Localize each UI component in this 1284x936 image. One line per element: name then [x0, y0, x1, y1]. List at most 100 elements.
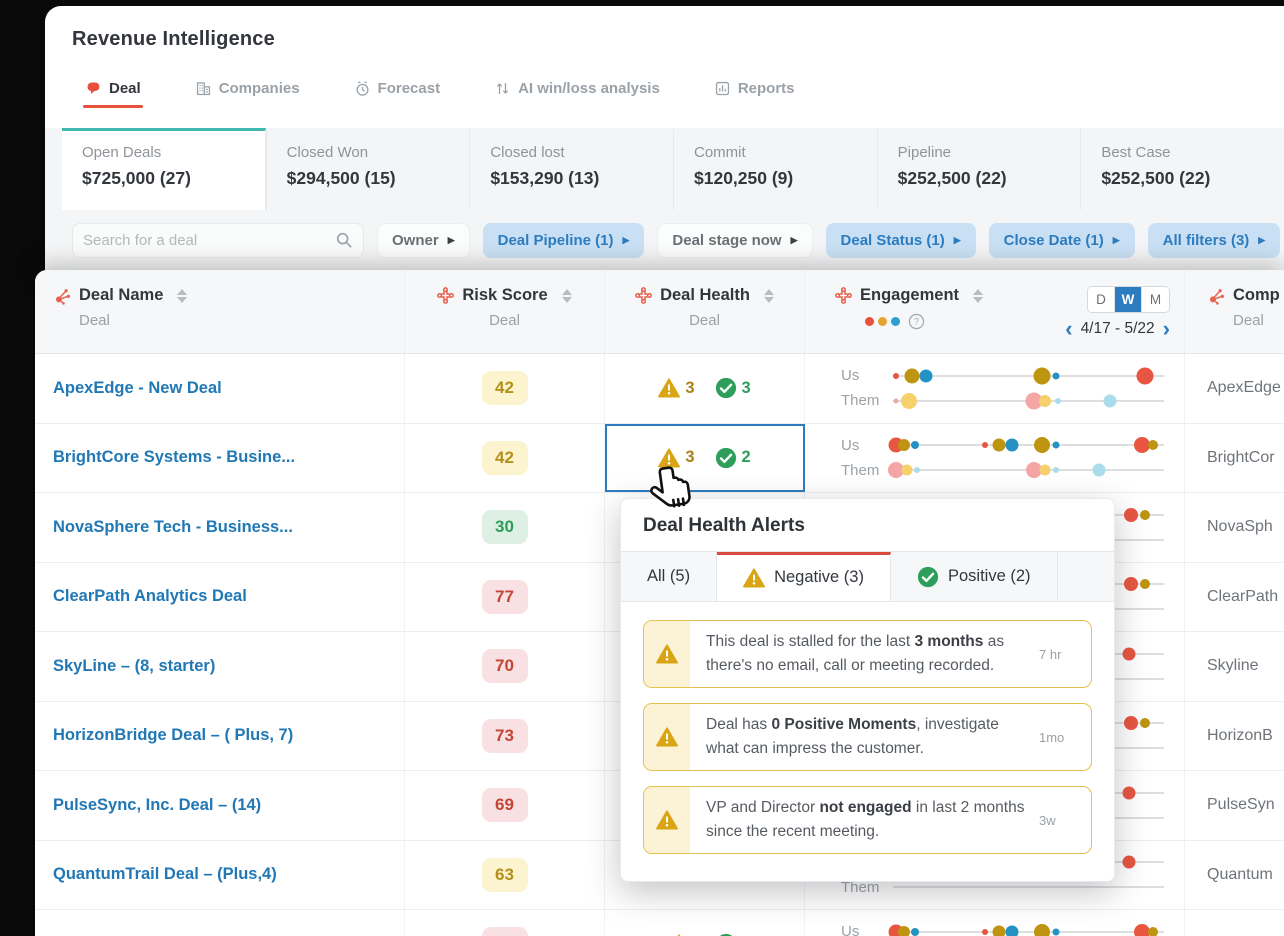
popup-tab-negative-3[interactable]: Negative (3) — [717, 552, 891, 601]
next-range-button[interactable]: › — [1163, 318, 1170, 340]
engagement-dot — [1148, 440, 1159, 451]
engagement-dot — [1055, 397, 1062, 404]
engagement-dot — [1103, 394, 1117, 408]
prev-range-button[interactable]: ‹ — [1065, 318, 1072, 340]
caret-right-icon: ▶ — [953, 234, 961, 245]
engagement-dot — [910, 927, 919, 936]
engagement-row-label: Us — [841, 367, 860, 385]
summary-card-closed-won[interactable]: Closed Won $294,500 (15) — [265, 128, 470, 210]
filter-chip-deal-pipeline-1[interactable]: Deal Pipeline (1) ▶ — [482, 222, 645, 258]
companies-icon — [195, 80, 212, 97]
risk-score-badge: 77 — [481, 579, 528, 614]
engagement-dot — [1033, 367, 1051, 385]
alert-card: Deal has 0 Positive Moments, investigate… — [643, 703, 1092, 772]
engagement-dot — [901, 464, 913, 476]
summary-card-pipeline[interactable]: Pipeline $252,500 (22) — [876, 128, 1081, 210]
engagement-dot — [1034, 437, 1051, 454]
summary-label: Closed Won — [286, 144, 369, 161]
deal-health-cell[interactable]: 3 3 — [605, 354, 805, 423]
alert-timestamp: 3w — [1039, 812, 1056, 828]
question-icon[interactable]: ? — [908, 313, 925, 330]
search-icon — [335, 231, 353, 249]
main-nav-tabs: Deal Companies Forecast AI win/loss analysi… — [45, 73, 1284, 108]
alert-text: Deal has 0 Positive Moments, investigate… — [706, 716, 999, 758]
deal-name-link[interactable]: ClearPath Analytics Deal — [53, 587, 247, 606]
tab-reports[interactable]: Reports — [714, 80, 795, 97]
tab-deal[interactable]: Deal — [83, 80, 143, 108]
summary-card-commit[interactable]: Commit $120,250 (9) — [673, 128, 877, 210]
engagement-dot — [1005, 925, 1019, 936]
sort-control[interactable] — [763, 288, 774, 303]
caret-right-icon: ▶ — [1112, 234, 1120, 245]
engagement-timeline — [887, 462, 1164, 479]
popup-tab-positive-2[interactable]: Positive (2) — [890, 552, 1058, 601]
engagement-dot — [1034, 923, 1051, 936]
deal-name-link[interactable]: HorizonBridge Deal – ( Plus, 7) — [53, 726, 293, 745]
deal-health-cell[interactable] — [605, 910, 805, 936]
date-range-nav: ‹ 4/17 - 5/22 › — [1065, 318, 1170, 340]
field-icon — [635, 287, 652, 304]
check-icon — [715, 447, 737, 469]
deal-name-link[interactable]: NovaSphere Tech - Business... — [53, 518, 293, 537]
field-icon — [835, 287, 852, 304]
engagement-dot — [1124, 716, 1139, 731]
filter-chip-deal-status-1[interactable]: Deal Status (1) ▶ — [825, 222, 976, 258]
engagement-dot — [910, 441, 919, 450]
column-header-deal-name[interactable]: Deal Name Deal — [35, 270, 405, 353]
search-input[interactable] — [83, 231, 335, 249]
summary-card-best-case[interactable]: Best Case $252,500 (22) — [1080, 128, 1284, 210]
company-cell — [1185, 910, 1284, 936]
table-header: Deal Name Deal Risk Score Deal Deal Heal… — [35, 270, 1284, 354]
company-cell: PulseSyn — [1207, 796, 1275, 814]
summary-card-closed-lost[interactable]: Closed lost $153,290 (13) — [469, 128, 673, 210]
alert-timestamp: 7 hr — [1039, 646, 1062, 662]
sort-control[interactable] — [177, 288, 188, 303]
column-header-company[interactable]: Comp Deal — [1185, 270, 1284, 353]
engagement-dot — [982, 442, 989, 449]
alert-text: This deal is stalled for the last 3 mont… — [706, 633, 1005, 675]
company-cell: NovaSph — [1207, 518, 1273, 536]
deal-health-alerts-popup: Deal Health Alerts All (5) Negative (3) Po… — [620, 498, 1115, 882]
sort-control[interactable] — [561, 288, 572, 303]
filter-chip-owner[interactable]: Owner ▶ — [377, 222, 470, 258]
tab-forecast[interactable]: Forecast — [354, 80, 440, 97]
engagement-dot — [919, 369, 933, 383]
deal-name-link[interactable]: PulseSync, Inc. Deal – (14) — [53, 796, 261, 815]
engagement-row-label: Them — [841, 392, 880, 410]
deal-name-link[interactable]: QuantumTrail Deal – (Plus,4) — [53, 865, 277, 884]
popup-tab-all-5[interactable]: All (5) — [621, 552, 718, 601]
warning-icon — [743, 567, 766, 588]
deal-name-link[interactable]: BrightCore Systems - Busine... — [53, 448, 295, 467]
engagement-timeline — [893, 392, 1164, 410]
column-header-risk-score[interactable]: Risk Score Deal — [405, 270, 605, 353]
engagement-dot — [1052, 372, 1060, 380]
engagement-dot — [982, 928, 989, 935]
period-toggle-w[interactable]: W — [1115, 287, 1142, 312]
period-toggle-d[interactable]: D — [1088, 287, 1115, 312]
deal-name-link[interactable]: SkyLine – (8, starter) — [53, 657, 215, 676]
risk-score-badge: 63 — [481, 857, 528, 892]
reports-icon — [714, 80, 731, 97]
page-title: Revenue Intelligence — [72, 28, 275, 50]
warning-icon — [658, 378, 681, 398]
engagement-dot — [1124, 577, 1139, 592]
deal-search[interactable] — [72, 222, 364, 258]
engagement-dot — [1039, 464, 1051, 476]
summary-card-open-deals[interactable]: Open Deals $725,000 (27) — [62, 128, 266, 210]
filter-chip-deal-stage-now[interactable]: Deal stage now ▶ — [657, 222, 813, 258]
deal-health-cell[interactable]: 3 2 — [605, 423, 805, 492]
tab-companies[interactable]: Companies — [195, 80, 300, 97]
engagement-dot — [1148, 926, 1159, 936]
company-cell: Quantum — [1207, 865, 1273, 883]
period-toggle-m[interactable]: M — [1142, 287, 1169, 312]
deal-name-link[interactable]: ApexEdge - New Deal — [53, 379, 222, 398]
engagement-timeline — [888, 437, 1164, 454]
tab-ai-win-loss-analysis[interactable]: AI win/loss analysis — [494, 80, 660, 97]
filter-chip-close-date-1[interactable]: Close Date (1) ▶ — [988, 222, 1135, 258]
sort-control[interactable] — [973, 288, 984, 303]
filter-chip-all-filters-3[interactable]: All filters (3) ▶ — [1147, 222, 1281, 258]
column-header-deal-health[interactable]: Deal Health Deal — [605, 270, 805, 353]
engagement-dot — [1052, 928, 1060, 936]
legend-dot — [878, 317, 887, 326]
alert-card: This deal is stalled for the last 3 mont… — [643, 620, 1092, 689]
